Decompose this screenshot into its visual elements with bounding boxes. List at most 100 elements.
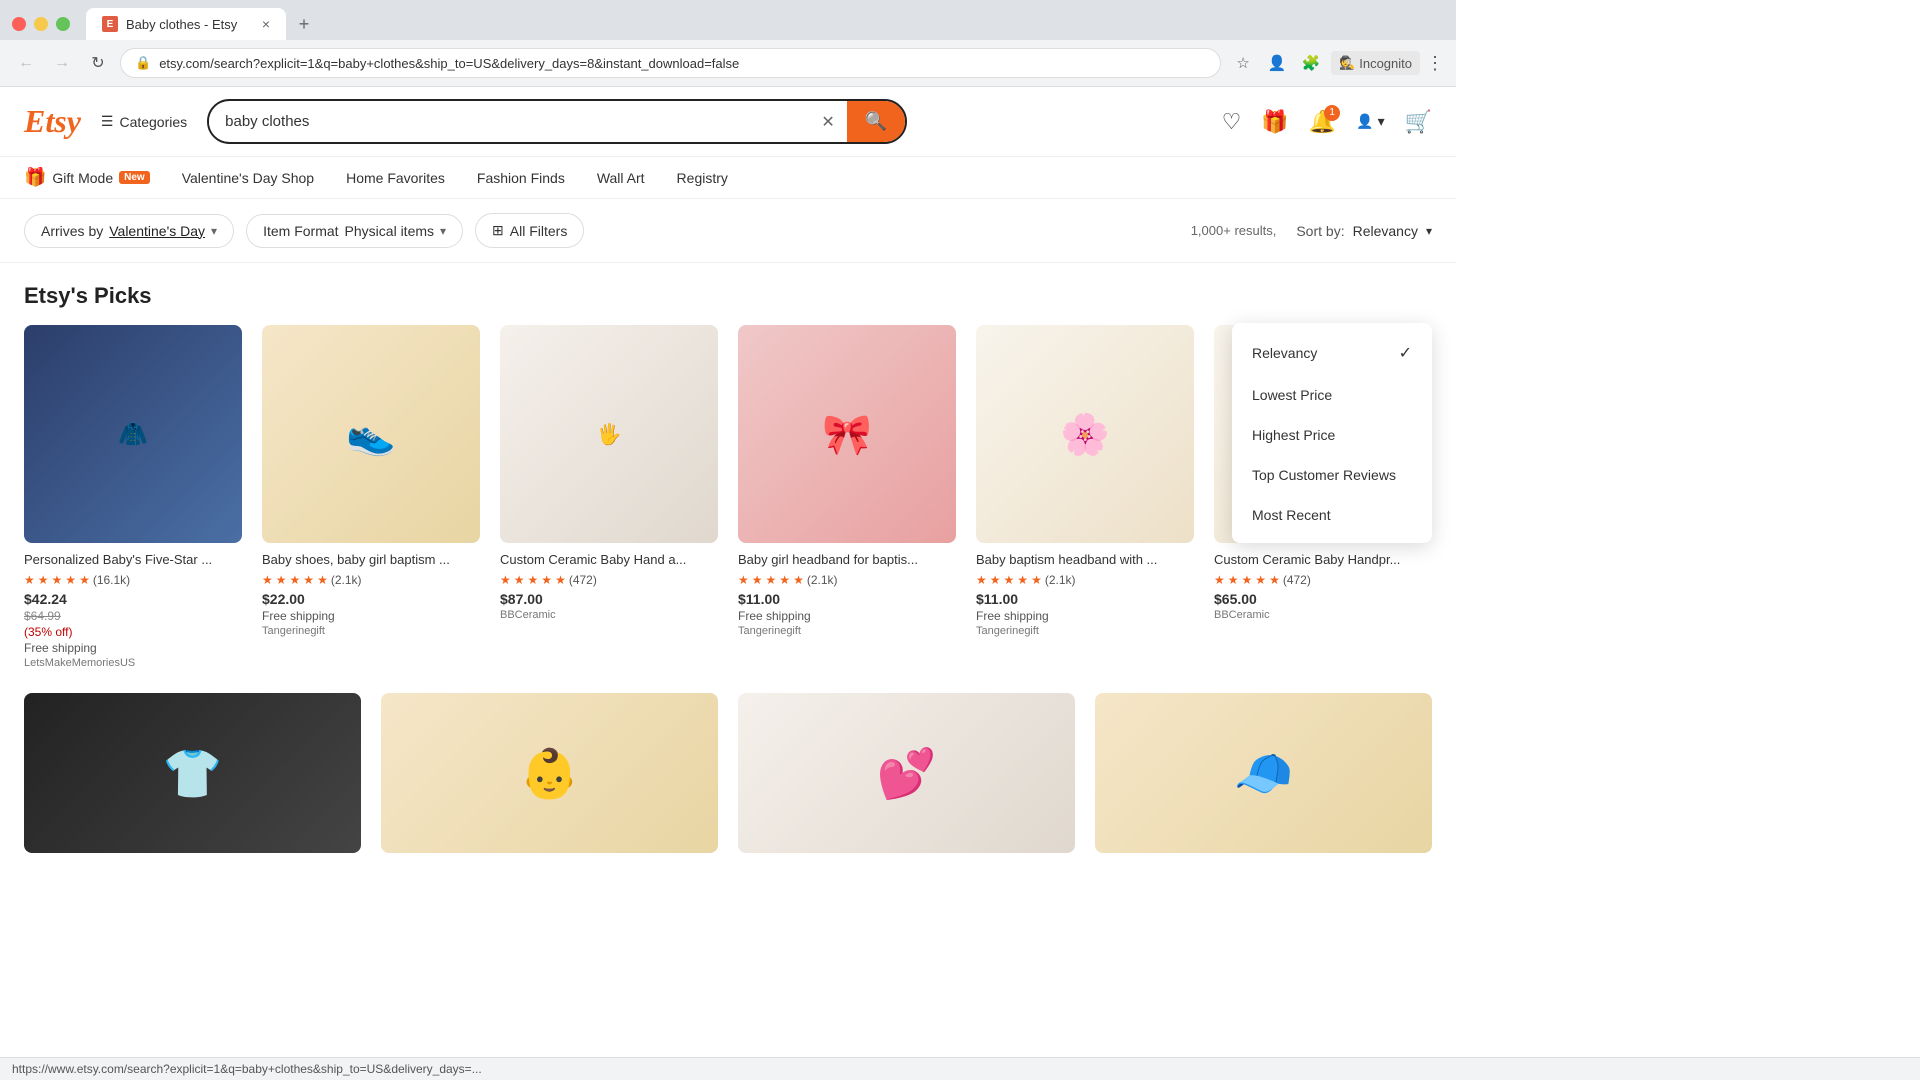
price-p5: $11.00 [976,591,1194,607]
price-row-p4: $11.00 Free shipping Tangerinegift [738,591,956,637]
sort-option-most-recent[interactable]: Most Recent [1232,495,1432,535]
price-p4: $11.00 [738,591,956,607]
price-p1: $42.24 [24,591,242,607]
nav-item-registry[interactable]: Registry [677,170,728,186]
close-window-btn[interactable] [12,17,26,31]
sort-highest-price-label: Highest Price [1252,427,1335,443]
notifications-btn[interactable]: 🔔 1 [1309,109,1336,135]
price-row-p1: $42.24 $64.99 (35% off) Free shipping Le… [24,591,242,669]
sort-option-top-reviews[interactable]: Top Customer Reviews [1232,455,1432,495]
account-icon: 👤 [1356,113,1373,130]
star2: ★ [38,573,49,587]
gift-mode-label: Gift Mode [52,170,113,186]
sort-most-recent-label: Most Recent [1252,507,1331,523]
account-btn[interactable]: 👤 ▾ [1356,113,1384,130]
browser-actions: ☆ 👤 🧩 🕵️ Incognito ⋮ [1229,49,1444,77]
search-submit-btn[interactable]: 🔍 [847,101,905,142]
seller-p4: Tangerinegift [738,625,956,637]
dropdown-arrow: ▾ [1378,113,1385,130]
etsy-logo[interactable]: Etsy [24,103,81,140]
favorites-toggle-btn[interactable]: ☆ [1229,49,1257,77]
product-title-p5: Baby baptism headband with ... [976,551,1194,569]
product-image-p4: 🎀 [738,325,956,543]
forward-btn[interactable]: → [48,49,76,77]
price-p6: $65.00 [1214,591,1432,607]
browser-menu-btn[interactable]: ⋮ [1426,53,1444,74]
item-format-filter[interactable]: Item Format Physical items ▾ [246,214,463,248]
browser-title-bar: E Baby clothes - Etsy × + [0,0,1456,40]
etsy-app: Etsy ☰ Categories ✕ 🔍 ♡ 🎁 🔔 1 👤 [0,87,1456,873]
filters-bar: Arrives by Valentine's Day ▾ Item Format… [0,199,1456,263]
original-price-p1: $64.99 [24,609,242,623]
tab-close-btn[interactable]: × [262,16,270,32]
discount-p1: (35% off) [24,625,242,639]
active-tab[interactable]: E Baby clothes - Etsy × [86,8,286,40]
price-row-p6: $65.00 BBCeramic [1214,591,1432,621]
favorites-btn[interactable]: ♡ [1222,109,1242,135]
product-card-p5[interactable]: 🌸 Baby baptism headband with ... ★★★★★ (… [976,325,1194,669]
product-card-p2[interactable]: 👟 Baby shoes, baby girl baptism ... ★★★★… [262,325,480,669]
product-img-placeholder-p2: 👟 [262,325,480,543]
price-p2: $22.00 [262,591,480,607]
seller-p3: BBCeramic [500,609,718,621]
gift-card-btn[interactable]: 🎁 [1261,109,1288,135]
sort-lowest-price-label: Lowest Price [1252,387,1332,403]
sort-dropdown[interactable]: Sort by: Relevancy ▾ [1296,223,1432,239]
second-row-item-1[interactable]: 👕 [24,693,361,853]
stars-p3: ★★★★★ (472) [500,573,718,587]
product-card-p1[interactable]: 🧥 Personalized Baby's Five-Star ... ★ ★ … [24,325,242,669]
minimize-window-btn[interactable] [34,17,48,31]
valentines-label: Valentine's Day Shop [182,170,314,186]
nav-item-wall-art[interactable]: Wall Art [597,170,645,186]
tab-favicon: E [102,16,118,32]
shipping-p4: Free shipping [738,609,956,623]
arrives-by-arrow: ▾ [211,224,217,238]
status-url: https://www.etsy.com/search?explicit=1&q… [12,1062,482,1076]
product-image-p3: 🖐️ [500,325,718,543]
product-title-p1: Personalized Baby's Five-Star ... [24,551,242,569]
all-filters-btn[interactable]: ⊞ All Filters [475,213,584,248]
seller-p2: Tangerinegift [262,625,480,637]
product-img-placeholder-p1: 🧥 [24,325,242,543]
address-bar[interactable]: 🔒 etsy.com/search?explicit=1&q=baby+clot… [120,48,1221,78]
product-card-p3[interactable]: 🖐️ Custom Ceramic Baby Hand a... ★★★★★ (… [500,325,718,669]
reload-btn[interactable]: ↻ [84,49,112,77]
nav-item-home-favorites[interactable]: Home Favorites [346,170,445,186]
seller-p5: Tangerinegift [976,625,1194,637]
profile-btn[interactable]: 👤 [1263,49,1291,77]
extensions-btn[interactable]: 🧩 [1297,49,1325,77]
cart-btn[interactable]: 🛒 [1405,109,1432,135]
sort-option-highest-price[interactable]: Highest Price [1232,415,1432,455]
new-tab-btn[interactable]: + [290,10,318,38]
second-row-item-2[interactable]: 👶 [381,693,718,853]
sort-option-relevancy[interactable]: Relevancy ✓ [1232,331,1432,375]
arrives-by-filter[interactable]: Arrives by Valentine's Day ▾ [24,214,234,248]
item-format-arrow: ▾ [440,224,446,238]
maximize-window-btn[interactable] [56,17,70,31]
sort-top-reviews-label: Top Customer Reviews [1252,467,1396,483]
search-input[interactable] [209,103,809,140]
stars-p2: ★★★★★ (2.1k) [262,573,480,587]
categories-button[interactable]: ☰ Categories [97,105,191,138]
rating-count-p1: (16.1k) [93,573,130,587]
shipping-p1: Free shipping [24,641,242,655]
nav-item-fashion-finds[interactable]: Fashion Finds [477,170,565,186]
address-text: etsy.com/search?explicit=1&q=baby+clothe… [159,56,1206,71]
second-row-item-4[interactable]: 🧢 [1095,693,1432,853]
second-row-products: 👕 👶 💕 🧢 [24,693,1432,853]
search-clear-btn[interactable]: ✕ [809,112,846,132]
back-btn[interactable]: ← [12,49,40,77]
nav-item-gift-mode[interactable]: 🎁 Gift Mode New [24,167,150,188]
product-title-p4: Baby girl headband for baptis... [738,551,956,569]
browser-toolbar: ← → ↻ 🔒 etsy.com/search?explicit=1&q=bab… [0,40,1456,86]
notification-count: 1 [1324,105,1340,121]
rating-count-p4: (2.1k) [807,573,838,587]
relevancy-checkmark: ✓ [1399,343,1412,363]
sort-option-lowest-price[interactable]: Lowest Price [1232,375,1432,415]
product-card-p4[interactable]: 🎀 Baby girl headband for baptis... ★★★★★… [738,325,956,669]
second-row-item-3[interactable]: 💕 [738,693,1075,853]
nav-item-valentines[interactable]: Valentine's Day Shop [182,170,314,186]
rating-count-p5: (2.1k) [1045,573,1076,587]
gift-card-icon: 🎁 [1261,109,1288,135]
arrives-by-label: Arrives by [41,223,103,239]
